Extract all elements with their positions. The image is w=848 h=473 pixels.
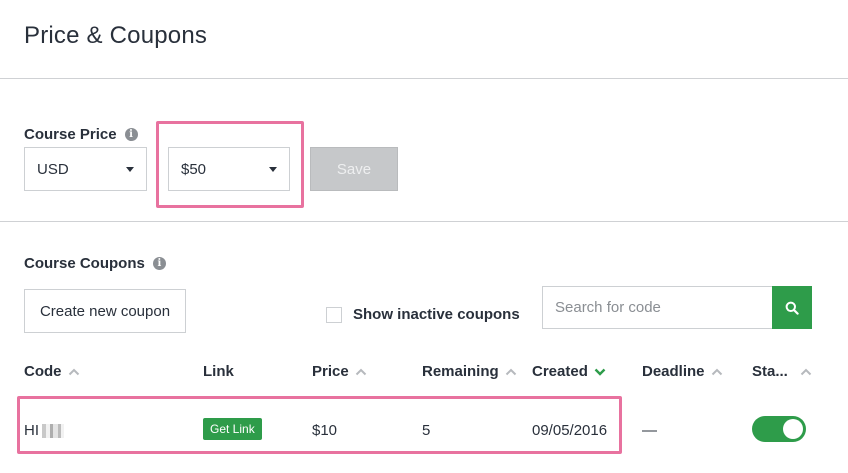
column-header-deadline[interactable]: Deadline	[642, 363, 723, 380]
price-highlight	[156, 121, 304, 208]
course-price-label-text: Course Price	[24, 126, 117, 143]
chevron-up-icon	[711, 368, 722, 375]
info-icon[interactable]: i	[124, 128, 138, 141]
divider	[0, 78, 848, 79]
column-header-status[interactable]: Sta...	[752, 363, 812, 380]
create-coupon-button[interactable]: Create new coupon	[24, 289, 186, 333]
course-price-label: Course Price i	[24, 126, 138, 143]
search-icon	[785, 301, 799, 315]
search-button[interactable]	[772, 286, 812, 329]
cell-deadline: —	[642, 422, 657, 439]
course-coupons-label: Course Coupons i	[24, 255, 166, 272]
column-header-code[interactable]: Code	[24, 363, 80, 380]
column-header-link: Link	[203, 363, 234, 380]
chevron-up-icon	[68, 368, 79, 375]
chevron-down-icon	[594, 368, 606, 376]
chevron-up-icon	[355, 368, 366, 375]
column-header-created[interactable]: Created	[532, 363, 606, 380]
currency-select[interactable]: USD	[24, 147, 147, 191]
column-header-label: Link	[203, 363, 234, 380]
column-header-label: Remaining	[422, 363, 499, 380]
info-icon[interactable]: i	[152, 257, 166, 270]
search-input[interactable]	[542, 286, 773, 329]
page-title: Price & Coupons	[24, 22, 208, 49]
show-inactive-label: Show inactive coupons	[353, 306, 520, 323]
caret-down-icon	[126, 167, 134, 172]
chevron-up-icon	[505, 368, 516, 375]
show-inactive-toggle[interactable]: Show inactive coupons	[326, 306, 520, 323]
column-header-remaining[interactable]: Remaining	[422, 363, 517, 380]
divider	[0, 221, 848, 222]
save-button[interactable]: Save	[310, 147, 398, 191]
column-header-label: Code	[24, 363, 62, 380]
column-header-label: Deadline	[642, 363, 705, 380]
column-header-price[interactable]: Price	[312, 363, 367, 380]
column-header-label: Created	[532, 363, 588, 380]
chevron-up-icon	[800, 368, 812, 375]
row-highlight	[17, 396, 622, 454]
show-inactive-checkbox[interactable]	[326, 306, 342, 323]
coupon-status-toggle[interactable]	[752, 416, 806, 442]
column-header-label: Price	[312, 363, 349, 380]
course-coupons-label-text: Course Coupons	[24, 255, 145, 272]
toggle-knob	[783, 419, 803, 439]
column-header-label: Sta...	[752, 363, 788, 380]
currency-value: USD	[37, 160, 69, 178]
